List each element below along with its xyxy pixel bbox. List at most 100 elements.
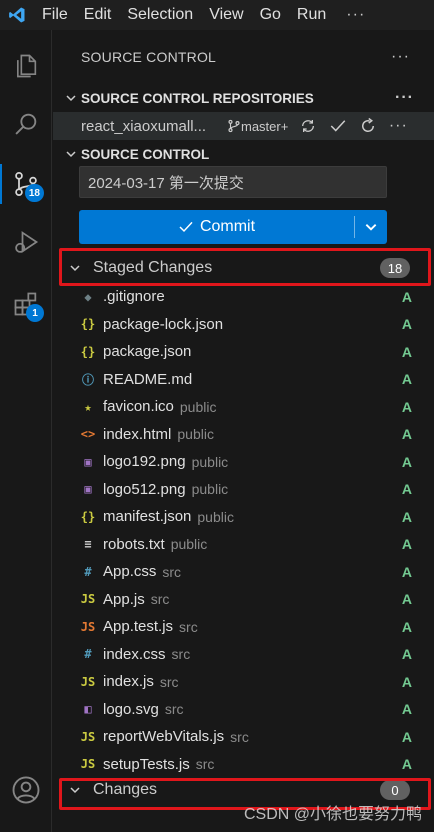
file-status-added: A [401, 288, 412, 305]
file-name: robots.txt [103, 535, 165, 553]
repository-more-icon[interactable]: ··· [388, 116, 408, 136]
menu-go[interactable]: Go [252, 0, 289, 30]
extensions-icon[interactable]: 1 [0, 278, 52, 330]
chevron-down-icon [365, 224, 377, 231]
sync-icon[interactable] [298, 116, 318, 136]
file-status-added: A [401, 316, 412, 333]
branch-name: master+ [241, 118, 289, 134]
file-name: package.json [103, 343, 192, 361]
vscode-logo-icon [0, 0, 34, 30]
file-status-added: A [401, 371, 412, 388]
text-icon: ≡ [84, 537, 92, 552]
explorer-icon[interactable] [0, 40, 52, 92]
file-directory: public [170, 536, 208, 553]
source-control-sidebar: SOURCE CONTROL ··· SOURCE CONTROL REPOSI… [53, 30, 434, 832]
staged-file-row[interactable]: JS reportWebVitals.js src A [53, 723, 434, 751]
refresh-icon[interactable] [358, 116, 378, 136]
chevron-down-icon [69, 784, 89, 796]
staged-file-row[interactable]: JS setupTests.js src A [53, 751, 434, 779]
menu-selection[interactable]: Selection [119, 0, 201, 30]
staged-file-row[interactable]: ▣ logo512.png public A [53, 476, 434, 504]
file-directory: public [191, 453, 229, 470]
commit-message-input[interactable]: 2024-03-17 第一次提交 [79, 166, 387, 198]
info-icon: ⓘ [81, 372, 94, 387]
source-control-section-header[interactable]: SOURCE CONTROL [53, 140, 434, 168]
file-status-added: A [401, 591, 412, 608]
file-name: logo.svg [103, 700, 159, 718]
staged-count-badge: 18 [380, 258, 410, 278]
repositories-section-header[interactable]: SOURCE CONTROL REPOSITORIES ··· [53, 84, 434, 112]
staged-file-row[interactable]: ◆ .gitignore A [53, 283, 434, 311]
json-icon: {} [80, 317, 96, 332]
commit-check-icon[interactable] [328, 116, 348, 136]
menu-more-icon[interactable]: ··· [334, 6, 377, 24]
branch-indicator[interactable]: master+ [227, 119, 288, 134]
file-name: .gitignore [103, 288, 165, 306]
menu-edit[interactable]: Edit [76, 0, 120, 30]
source-control-section-title: SOURCE CONTROL [81, 146, 210, 162]
file-directory: src [159, 673, 179, 690]
source-control-icon[interactable]: 18 [0, 158, 52, 210]
file-directory: public [177, 426, 214, 443]
file-status-added: A [401, 563, 412, 580]
check-icon [179, 221, 193, 233]
staged-file-row[interactable]: # App.css src A [53, 558, 434, 586]
menu-view[interactable]: View [201, 0, 251, 30]
file-directory: public [197, 508, 234, 525]
accounts-icon[interactable] [0, 764, 52, 816]
changes-count-badge: 0 [380, 780, 410, 800]
file-status-added: A [401, 701, 412, 718]
repositories-more-icon[interactable]: ··· [395, 89, 434, 107]
file-name: App.js [103, 590, 145, 608]
scm-count-badge: 18 [24, 184, 44, 202]
activity-bar: 18 1 [0, 30, 52, 832]
staged-file-row[interactable]: JS App.js src A [53, 586, 434, 614]
staged-file-row[interactable]: ⓘ README.md A [53, 366, 434, 394]
sidebar-title: SOURCE CONTROL [81, 49, 217, 65]
staged-file-row[interactable]: # index.css src A [53, 641, 434, 669]
staged-file-row[interactable]: JS App.test.js src A [53, 613, 434, 641]
search-icon[interactable] [0, 98, 52, 150]
extensions-count-badge: 1 [26, 304, 44, 322]
file-name: App.test.js [103, 618, 174, 636]
staged-file-row[interactable]: <> index.html public A [53, 421, 434, 449]
file-name: logo512.png [103, 480, 186, 498]
file-name: App.css [103, 563, 157, 581]
commit-dropdown-button[interactable] [355, 210, 387, 244]
staged-file-row[interactable]: ▣ logo192.png public A [53, 448, 434, 476]
svg-icon: ◧ [84, 702, 92, 717]
js-icon: JS [80, 729, 96, 744]
repository-row[interactable]: react_xiaoxumall... master+ ··· [53, 112, 434, 140]
commit-button-group: Commit [79, 210, 387, 244]
staged-file-row[interactable]: {} package-lock.json A [53, 311, 434, 339]
file-status-added: A [401, 756, 412, 773]
image-icon: ▣ [84, 454, 92, 469]
staged-file-row[interactable]: JS index.js src A [53, 668, 434, 696]
menu-file[interactable]: File [34, 0, 76, 30]
file-name: README.md [103, 370, 193, 388]
file-status-added: A [401, 618, 412, 635]
file-name: package-lock.json [103, 315, 224, 333]
js-icon: JS [80, 757, 96, 772]
file-directory: public [179, 398, 217, 415]
run-debug-icon[interactable] [0, 216, 52, 268]
file-directory: src [164, 701, 184, 718]
watermark: CSDN @小徐也要努力鸭 [243, 806, 422, 823]
staged-file-row[interactable]: ◧ logo.svg src A [53, 696, 434, 724]
staged-file-row[interactable]: {} manifest.json public A [53, 503, 434, 531]
file-status-added: A [401, 343, 412, 360]
staged-file-row[interactable]: {} package.json A [53, 338, 434, 366]
sidebar-header: SOURCE CONTROL ··· [53, 30, 434, 84]
file-name: reportWebVitals.js [103, 728, 225, 746]
file-status-added: A [401, 646, 412, 663]
file-directory: src [162, 563, 182, 580]
staged-changes-header[interactable]: Staged Changes 18 [53, 254, 434, 282]
file-directory: src [171, 646, 191, 663]
menu-run[interactable]: Run [289, 0, 334, 30]
commit-button[interactable]: Commit [79, 210, 354, 244]
image-icon: ▣ [84, 482, 92, 497]
more-actions-icon[interactable]: ··· [391, 48, 410, 66]
staged-file-row[interactable]: ★ favicon.ico public A [53, 393, 434, 421]
file-directory: src [230, 728, 249, 745]
staged-file-row[interactable]: ≡ robots.txt public A [53, 531, 434, 559]
